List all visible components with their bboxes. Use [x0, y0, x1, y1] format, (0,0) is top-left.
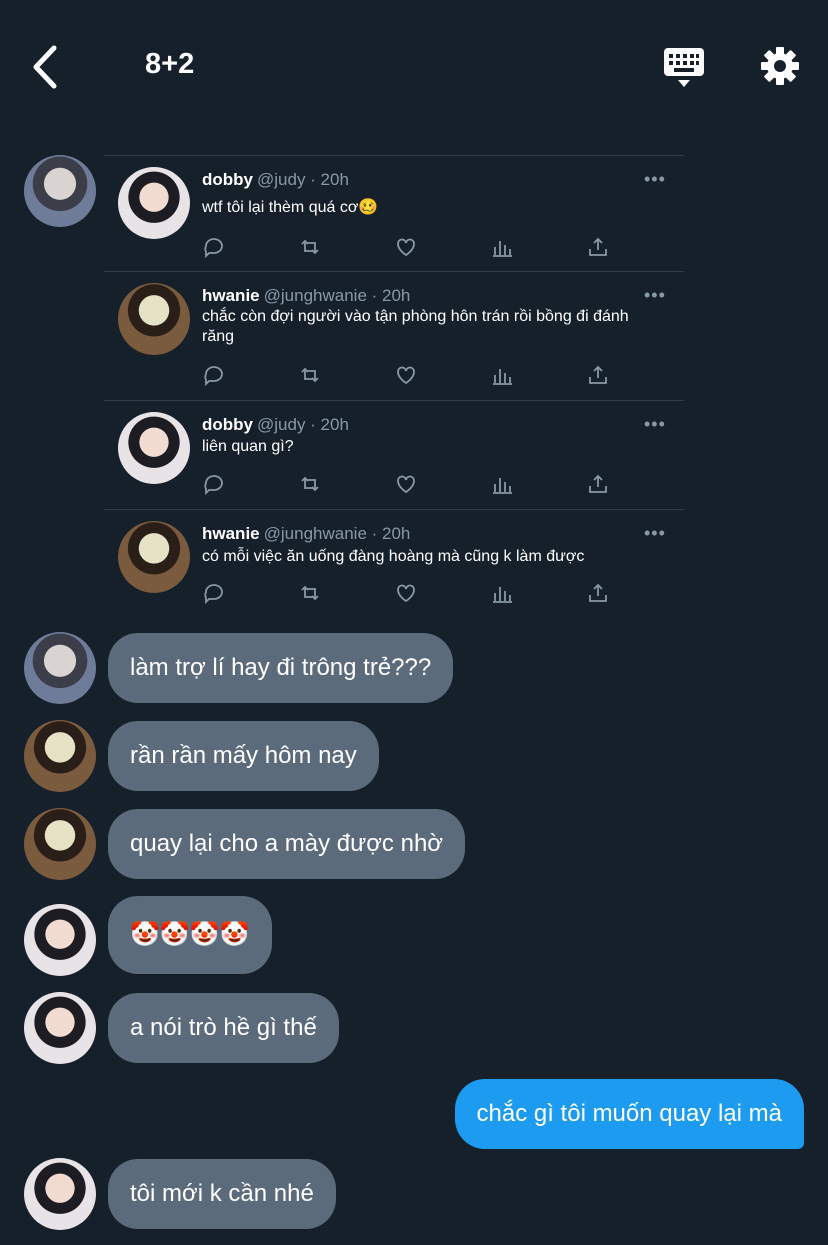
- divider: [104, 400, 684, 401]
- shared-tweet-card[interactable]: dobby @judy · 20h ••• wtf tôi lại thèm qu…: [104, 155, 684, 610]
- tweet-avatar[interactable]: [118, 521, 190, 593]
- tweet-text: liên quan gì?: [202, 438, 294, 455]
- tweet-actions: [202, 581, 622, 605]
- more-icon[interactable]: •••: [644, 285, 666, 306]
- tweet-actions: [202, 363, 622, 387]
- share-icon[interactable]: [586, 472, 610, 496]
- settings-button[interactable]: [758, 44, 802, 88]
- tweet-author: hwanie @junghwanie · 20h: [202, 286, 411, 305]
- like-icon[interactable]: [394, 363, 418, 387]
- tweet-handle: @junghwanie · 20h: [263, 524, 411, 543]
- tweet-handle: @junghwanie · 20h: [263, 286, 411, 305]
- message-bubble[interactable]: tôi mới k cần nhé: [108, 1159, 336, 1229]
- analytics-icon[interactable]: [490, 472, 514, 496]
- divider: [104, 509, 684, 510]
- tweet: hwanie @junghwanie · 20h ••• chắc còn đợi…: [104, 271, 684, 399]
- message-bubble[interactable]: rần rần mấy hôm nay: [108, 721, 379, 791]
- reply-icon[interactable]: [202, 363, 226, 387]
- like-icon[interactable]: [394, 235, 418, 259]
- keyboard-icon: [664, 48, 704, 87]
- tweet-author: hwanie @junghwanie · 20h: [202, 524, 411, 543]
- divider: [104, 271, 684, 272]
- tweet-actions: [202, 472, 622, 496]
- more-icon[interactable]: •••: [644, 523, 666, 544]
- avatar[interactable]: [24, 155, 96, 227]
- more-icon[interactable]: •••: [644, 414, 666, 435]
- tweet-text: có mỗi việc ăn uống đàng hoàng mà cũng k…: [202, 548, 585, 565]
- gear-icon: [761, 47, 799, 85]
- reply-icon[interactable]: [202, 235, 226, 259]
- avatar[interactable]: [24, 992, 96, 1064]
- tweet-text: wtf tôi lại thèm quá cơ🥴: [202, 199, 379, 216]
- analytics-icon[interactable]: [490, 363, 514, 387]
- back-button[interactable]: [28, 44, 68, 90]
- reply-icon[interactable]: [202, 581, 226, 605]
- avatar[interactable]: [24, 904, 96, 976]
- tweet-author: dobby @judy · 20h: [202, 415, 349, 434]
- tweet: hwanie @junghwanie · 20h ••• có mỗi việc …: [104, 509, 684, 610]
- share-icon[interactable]: [586, 235, 610, 259]
- reply-icon[interactable]: [202, 472, 226, 496]
- chevron-left-icon: [33, 45, 57, 89]
- tweet-text: chắc còn đợi người vào tận phòng hôn trá…: [202, 308, 629, 345]
- more-icon[interactable]: •••: [644, 169, 666, 190]
- like-icon[interactable]: [394, 581, 418, 605]
- avatar[interactable]: [24, 1158, 96, 1230]
- tweet-handle: @judy · 20h: [257, 415, 349, 434]
- retweet-icon[interactable]: [298, 472, 322, 496]
- message-bubble[interactable]: 🤡🤡🤡🤡: [108, 896, 272, 974]
- message-bubble[interactable]: làm trợ lí hay đi trông trẻ???: [108, 633, 454, 703]
- tweet-handle: @judy · 20h: [257, 170, 349, 189]
- tweet-author: dobby @judy · 20h: [202, 170, 349, 189]
- tweet-avatar[interactable]: [118, 283, 190, 355]
- like-icon[interactable]: [394, 472, 418, 496]
- keyboard-button[interactable]: [662, 46, 706, 90]
- analytics-icon[interactable]: [490, 581, 514, 605]
- tweet: dobby @judy · 20h ••• liên quan gì?: [104, 400, 684, 508]
- conversation-title: 8+2: [145, 48, 195, 80]
- tweet: dobby @judy · 20h ••• wtf tôi lại thèm qu…: [104, 155, 684, 270]
- share-icon[interactable]: [586, 363, 610, 387]
- avatar[interactable]: [24, 632, 96, 704]
- tweet-avatar[interactable]: [118, 412, 190, 484]
- message-bubble-outgoing[interactable]: chắc gì tôi muốn quay lại mà: [454, 1079, 804, 1149]
- retweet-icon[interactable]: [298, 235, 322, 259]
- divider: [104, 155, 684, 156]
- retweet-icon[interactable]: [298, 581, 322, 605]
- chat-header: 8+2: [0, 0, 828, 130]
- tweet-actions: [202, 235, 622, 259]
- retweet-icon[interactable]: [298, 363, 322, 387]
- avatar[interactable]: [24, 720, 96, 792]
- message-bubble[interactable]: a nói trò hề gì thế: [108, 993, 339, 1063]
- message-bubble[interactable]: quay lại cho a mày được nhờ: [108, 809, 466, 879]
- analytics-icon[interactable]: [490, 235, 514, 259]
- share-icon[interactable]: [586, 581, 610, 605]
- tweet-avatar[interactable]: [118, 167, 190, 239]
- avatar[interactable]: [24, 808, 96, 880]
